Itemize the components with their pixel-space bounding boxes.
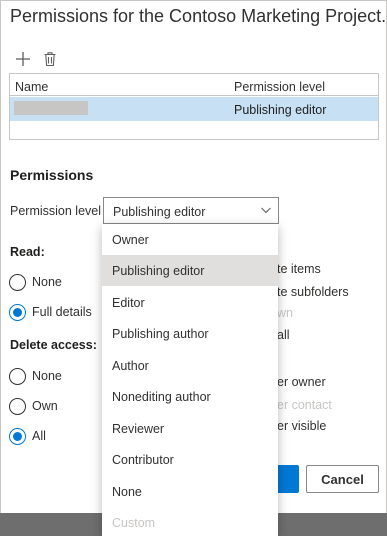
- option-label: Author: [112, 359, 149, 373]
- permission-level-select[interactable]: Publishing editor: [103, 197, 279, 224]
- delete-own-radio[interactable]: Own: [9, 396, 58, 416]
- delete-access-label: Delete access:: [10, 338, 97, 352]
- trash-icon[interactable]: [41, 50, 59, 68]
- dropdown-option-nonediting-author[interactable]: Nonediting author: [102, 381, 278, 412]
- permission-level-dropdown: Owner Publishing editor Editor Publishin…: [102, 224, 278, 536]
- cancel-button[interactable]: Cancel: [306, 465, 379, 493]
- column-header-permission-level[interactable]: Permission level: [234, 80, 325, 94]
- dropdown-option-custom: Custom: [102, 507, 278, 536]
- option-label: Contributor: [112, 453, 174, 467]
- read-label: Read:: [10, 245, 45, 259]
- create-items-option-partial: te items: [277, 262, 321, 276]
- radio-circle: [9, 303, 26, 321]
- edit-own-option-partial: wn: [277, 306, 293, 320]
- read-full-details-radio[interactable]: Full details: [9, 302, 92, 322]
- dropdown-option-editor[interactable]: Editor: [102, 287, 278, 318]
- option-label: Reviewer: [112, 422, 165, 436]
- dropdown-option-contributor[interactable]: Contributor: [102, 444, 278, 475]
- radio-label: All: [32, 429, 46, 443]
- radio-label: Own: [32, 399, 58, 413]
- radio-label: Full details: [32, 305, 92, 319]
- create-subfolders-option-partial: te subfolders: [277, 285, 349, 299]
- dropdown-option-publishing-editor[interactable]: Publishing editor: [102, 255, 278, 286]
- dropdown-option-publishing-author[interactable]: Publishing author: [102, 318, 278, 349]
- permission-level-cell: Publishing editor: [234, 103, 327, 117]
- radio-label: None: [32, 369, 62, 383]
- permissions-section-title: Permissions: [10, 167, 94, 183]
- option-label: Publishing author: [112, 327, 209, 341]
- edit-all-option-partial: all: [277, 328, 290, 342]
- folder-owner-option-partial: er owner: [277, 375, 326, 389]
- permission-level-label: Permission level: [10, 204, 102, 218]
- radio-circle: [9, 367, 26, 385]
- grid-header: Name Permission level: [10, 74, 378, 96]
- permission-level-value: Publishing editor: [113, 205, 206, 219]
- folder-contact-option-partial: er contact: [277, 398, 332, 412]
- option-label: Nonediting author: [112, 390, 211, 404]
- delete-none-radio[interactable]: None: [9, 366, 62, 386]
- dropdown-option-owner[interactable]: Owner: [102, 224, 278, 255]
- radio-circle: [9, 397, 26, 415]
- option-label: None: [112, 485, 142, 499]
- table-row[interactable]: Publishing editor: [10, 97, 378, 121]
- folder-visible-option-partial: er visible: [277, 419, 327, 433]
- radio-circle: [9, 427, 26, 445]
- option-label: Publishing editor: [112, 264, 205, 278]
- option-label: Owner: [112, 233, 149, 247]
- dropdown-option-author[interactable]: Author: [102, 350, 278, 381]
- plus-icon[interactable]: [14, 50, 32, 68]
- option-label: Editor: [112, 296, 145, 310]
- chevron-down-icon: [261, 207, 271, 214]
- radio-label: None: [32, 275, 62, 289]
- delete-all-radio[interactable]: All: [9, 426, 46, 446]
- column-header-name[interactable]: Name: [15, 80, 48, 94]
- radio-circle: [9, 273, 26, 291]
- dropdown-option-reviewer[interactable]: Reviewer: [102, 413, 278, 444]
- permissions-grid: Name Permission level Publishing editor: [9, 73, 379, 140]
- dropdown-option-none[interactable]: None: [102, 476, 278, 507]
- option-label: Custom: [112, 516, 156, 530]
- read-none-radio[interactable]: None: [9, 272, 62, 292]
- redacted-name-cell: [14, 101, 88, 115]
- dialog-title: Permissions for the Contoso Marketing Pr…: [10, 6, 387, 26]
